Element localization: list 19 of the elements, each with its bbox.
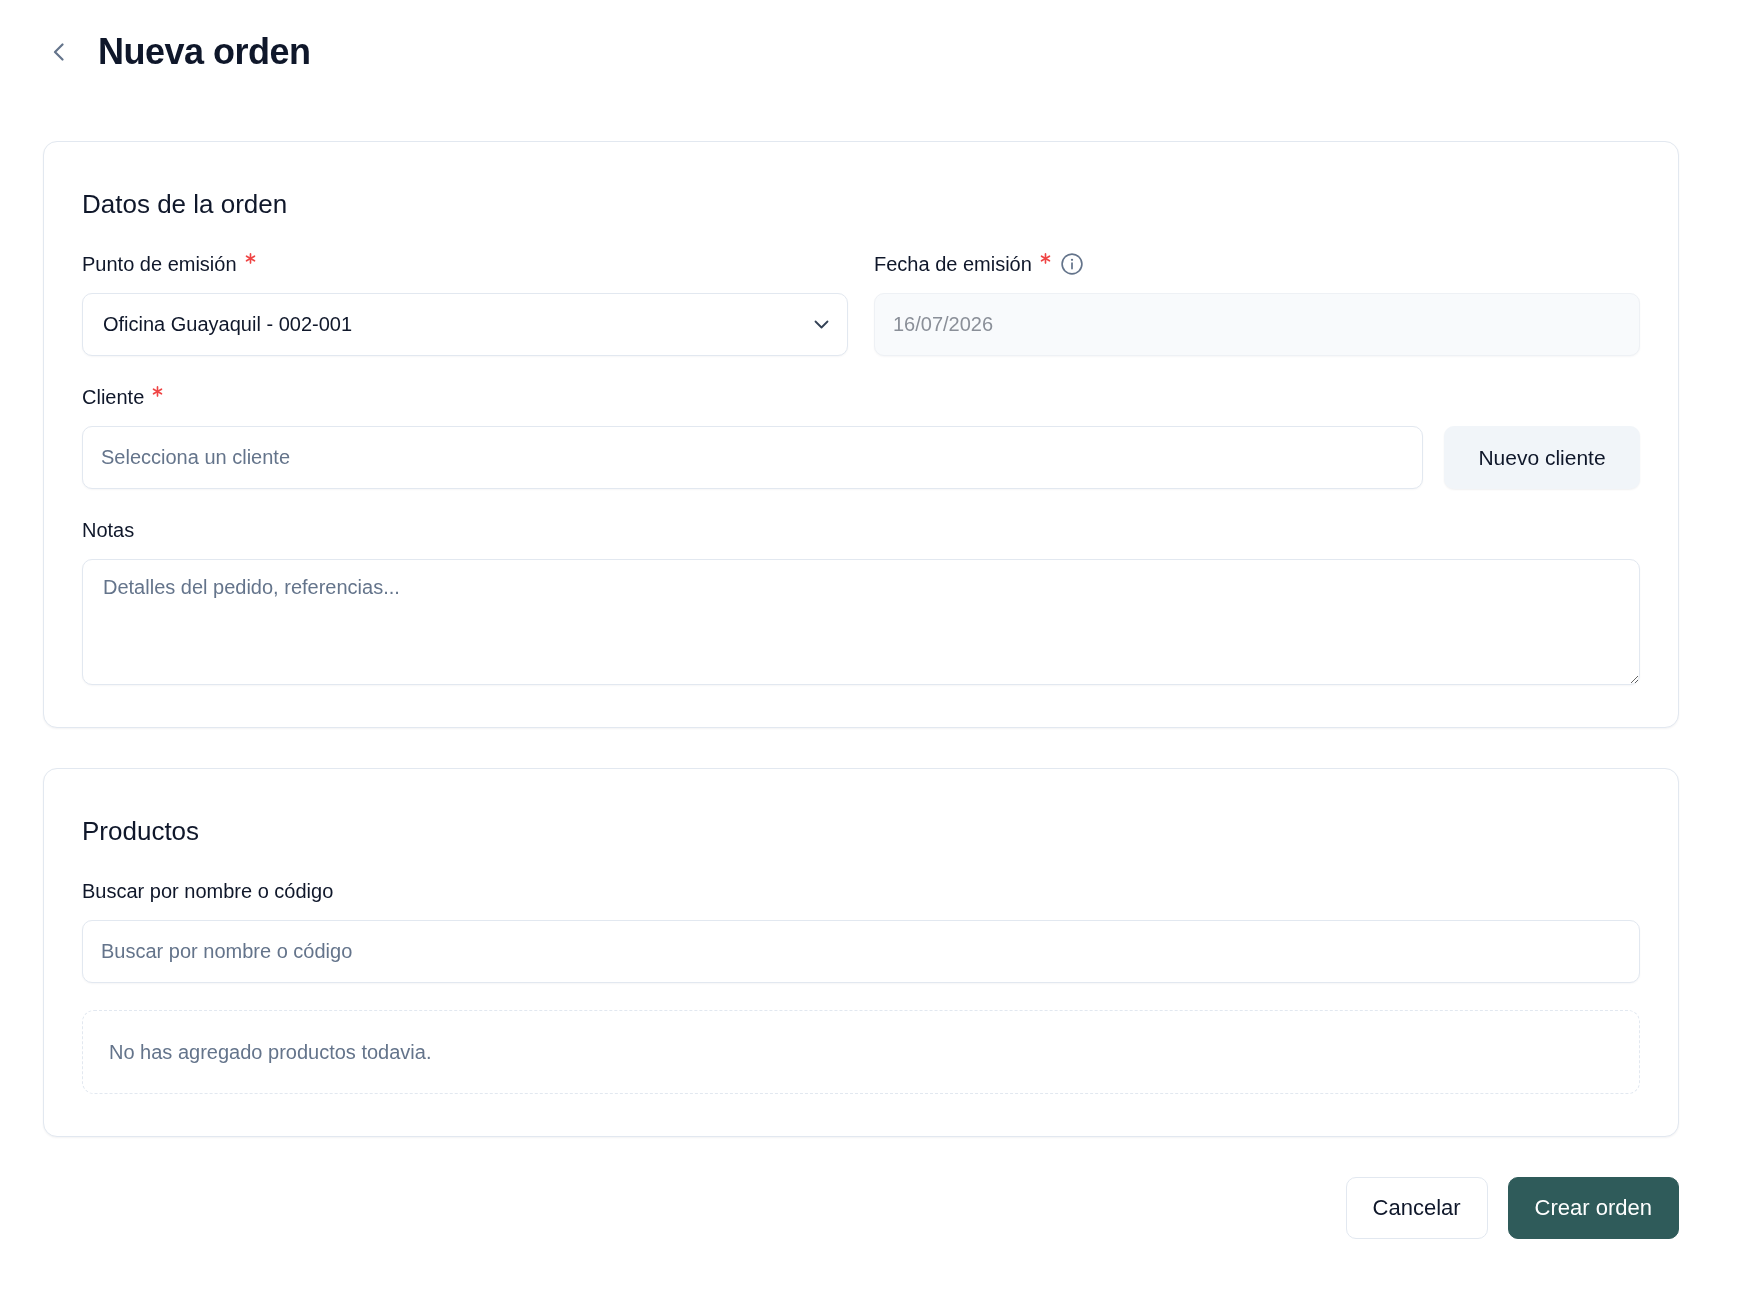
chevron-down-icon <box>814 320 829 329</box>
empty-products-message: No has agregado productos todavia. <box>109 1040 432 1064</box>
section-title: Productos <box>82 815 201 847</box>
chevron-left-icon <box>53 43 64 61</box>
back-button[interactable] <box>53 43 64 61</box>
field-label: Punto de emisión <box>82 252 237 277</box>
section-title: Datos de la orden <box>82 188 289 220</box>
page-title: Nueva orden <box>98 30 311 74</box>
field-label: Buscar por nombre o código <box>82 879 334 904</box>
field-label: Notas <box>82 518 135 543</box>
cancel-button[interactable]: Cancelar <box>1345 1177 1488 1239</box>
create-order-button[interactable]: Crear orden <box>1507 1177 1679 1239</box>
notes-textarea[interactable]: Detalles del pedido, referencias... <box>82 559 1640 685</box>
field-label: Cliente <box>82 385 145 410</box>
new-client-button[interactable]: Nuevo cliente <box>1444 426 1640 489</box>
product-search-input[interactable]: Buscar por nombre o código <box>82 920 1640 983</box>
field-label: Fecha de emisión <box>874 252 1032 277</box>
emission-point-select[interactable]: Oficina Guayaquil - 002-001 <box>82 293 848 356</box>
client-input[interactable]: Selecciona un cliente <box>82 426 1423 489</box>
